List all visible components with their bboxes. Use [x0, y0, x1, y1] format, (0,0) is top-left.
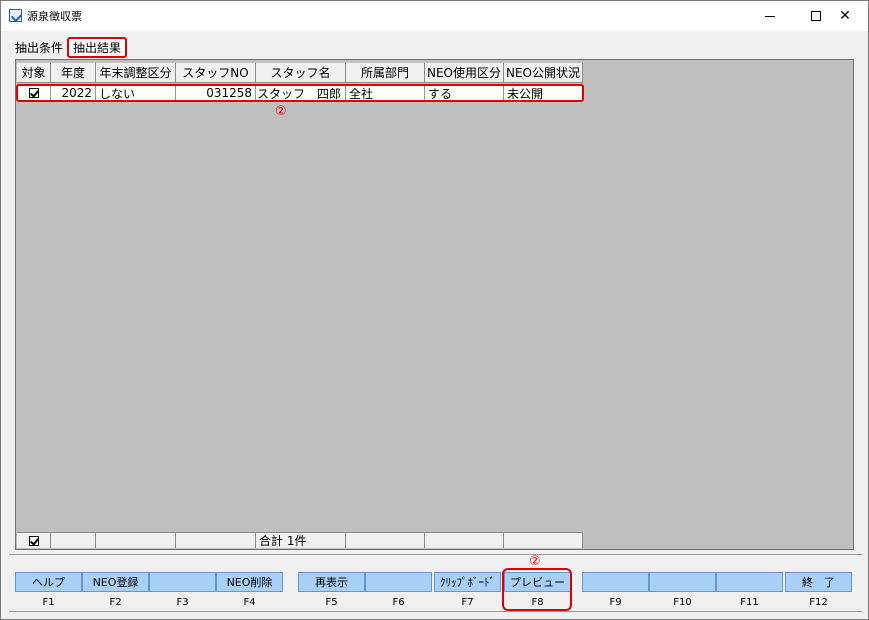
cell-staff-name: スタッフ 四郎	[256, 85, 346, 101]
tab-extract-results[interactable]: 抽出結果	[67, 36, 128, 58]
column-header-year-end-adjustment[interactable]: 年末調整区分	[96, 63, 176, 83]
f3-button[interactable]	[149, 572, 216, 592]
fkey-label-f11: F11	[740, 597, 759, 608]
fkey-label-f4: F4	[243, 597, 256, 608]
footer-cell	[346, 532, 425, 548]
fkey-label-f9: F9	[609, 597, 622, 608]
cell-year: 2022	[51, 85, 96, 101]
maximize-icon	[811, 11, 821, 21]
fkey-label-f1: F1	[42, 597, 55, 608]
tab-bar: 抽出条件 抽出結果	[15, 36, 131, 58]
preview-button[interactable]: プレビュー	[504, 572, 571, 592]
fkey-label-f8: F8	[531, 597, 544, 608]
row-annotation-marker: ②	[275, 104, 287, 119]
fkey-label-f3: F3	[176, 597, 189, 608]
footer-total: 合計 1件	[256, 532, 346, 548]
column-header-staff-no[interactable]: スタッフNO	[176, 63, 256, 83]
window-title: 源泉徴収票	[27, 10, 82, 23]
footer-cell	[96, 532, 176, 548]
table-row[interactable]	[17, 85, 51, 101]
minimize-button[interactable]	[747, 1, 793, 31]
minimize-icon	[765, 15, 775, 17]
close-icon: ✕	[839, 8, 851, 24]
fkey-label-f2: F2	[109, 597, 122, 608]
cell-neo-status: 未公開	[504, 85, 583, 101]
cell-neo-usage: する	[425, 85, 504, 101]
bottom-divider	[9, 611, 862, 612]
main-window: 源泉徴収票 ✕ 抽出条件 抽出結果 対象 年度 年末調整区分 スタッフNO スタ…	[0, 0, 869, 620]
cell-staff-no: 031258	[176, 85, 256, 101]
tab-extract-conditions[interactable]: 抽出条件	[15, 39, 63, 56]
footer-cell	[176, 532, 256, 548]
f11-button[interactable]	[716, 572, 783, 592]
divider	[9, 554, 862, 555]
preview-annotation-marker: ②	[529, 554, 541, 569]
title-bar: 源泉徴収票 ✕	[1, 1, 868, 31]
column-header-target[interactable]: 対象	[17, 63, 51, 83]
select-all-checkbox[interactable]	[28, 535, 39, 546]
footer-cell	[504, 532, 583, 548]
neo-register-button[interactable]: NEO登録	[82, 572, 149, 592]
footer-cell	[425, 532, 504, 548]
fkey-label-f10: F10	[673, 597, 692, 608]
target-checkbox[interactable]	[28, 88, 39, 98]
column-header-neo-status[interactable]: NEO公開状況	[504, 63, 583, 83]
column-header-staff-name[interactable]: スタッフ名	[256, 63, 346, 83]
results-grid[interactable]	[15, 59, 854, 550]
app-check-icon	[9, 9, 22, 22]
help-button[interactable]: ヘルプ	[15, 572, 82, 592]
fkey-label-f7: F7	[461, 597, 474, 608]
footer-select-all[interactable]	[17, 532, 51, 548]
f10-button[interactable]	[649, 572, 716, 592]
fkey-label-f5: F5	[325, 597, 338, 608]
f9-button[interactable]	[582, 572, 649, 592]
neo-delete-button[interactable]: NEO削除	[216, 572, 283, 592]
f6-button[interactable]	[365, 572, 432, 592]
clipboard-button[interactable]: ｸﾘｯﾌﾟﾎﾞｰﾄﾞ	[434, 572, 501, 592]
fkey-label-f12: F12	[809, 597, 828, 608]
close-button[interactable]: ✕	[822, 1, 868, 31]
column-header-department[interactable]: 所属部門	[346, 63, 425, 83]
exit-button[interactable]: 終 了	[785, 572, 852, 592]
cell-department: 全社	[346, 85, 425, 101]
refresh-button[interactable]: 再表示	[298, 572, 365, 592]
footer-cell	[51, 532, 96, 548]
fkey-label-f6: F6	[392, 597, 405, 608]
column-header-neo-usage[interactable]: NEO使用区分	[425, 63, 504, 83]
cell-year-end-adjustment: しない	[96, 85, 176, 101]
column-header-year[interactable]: 年度	[51, 63, 96, 83]
